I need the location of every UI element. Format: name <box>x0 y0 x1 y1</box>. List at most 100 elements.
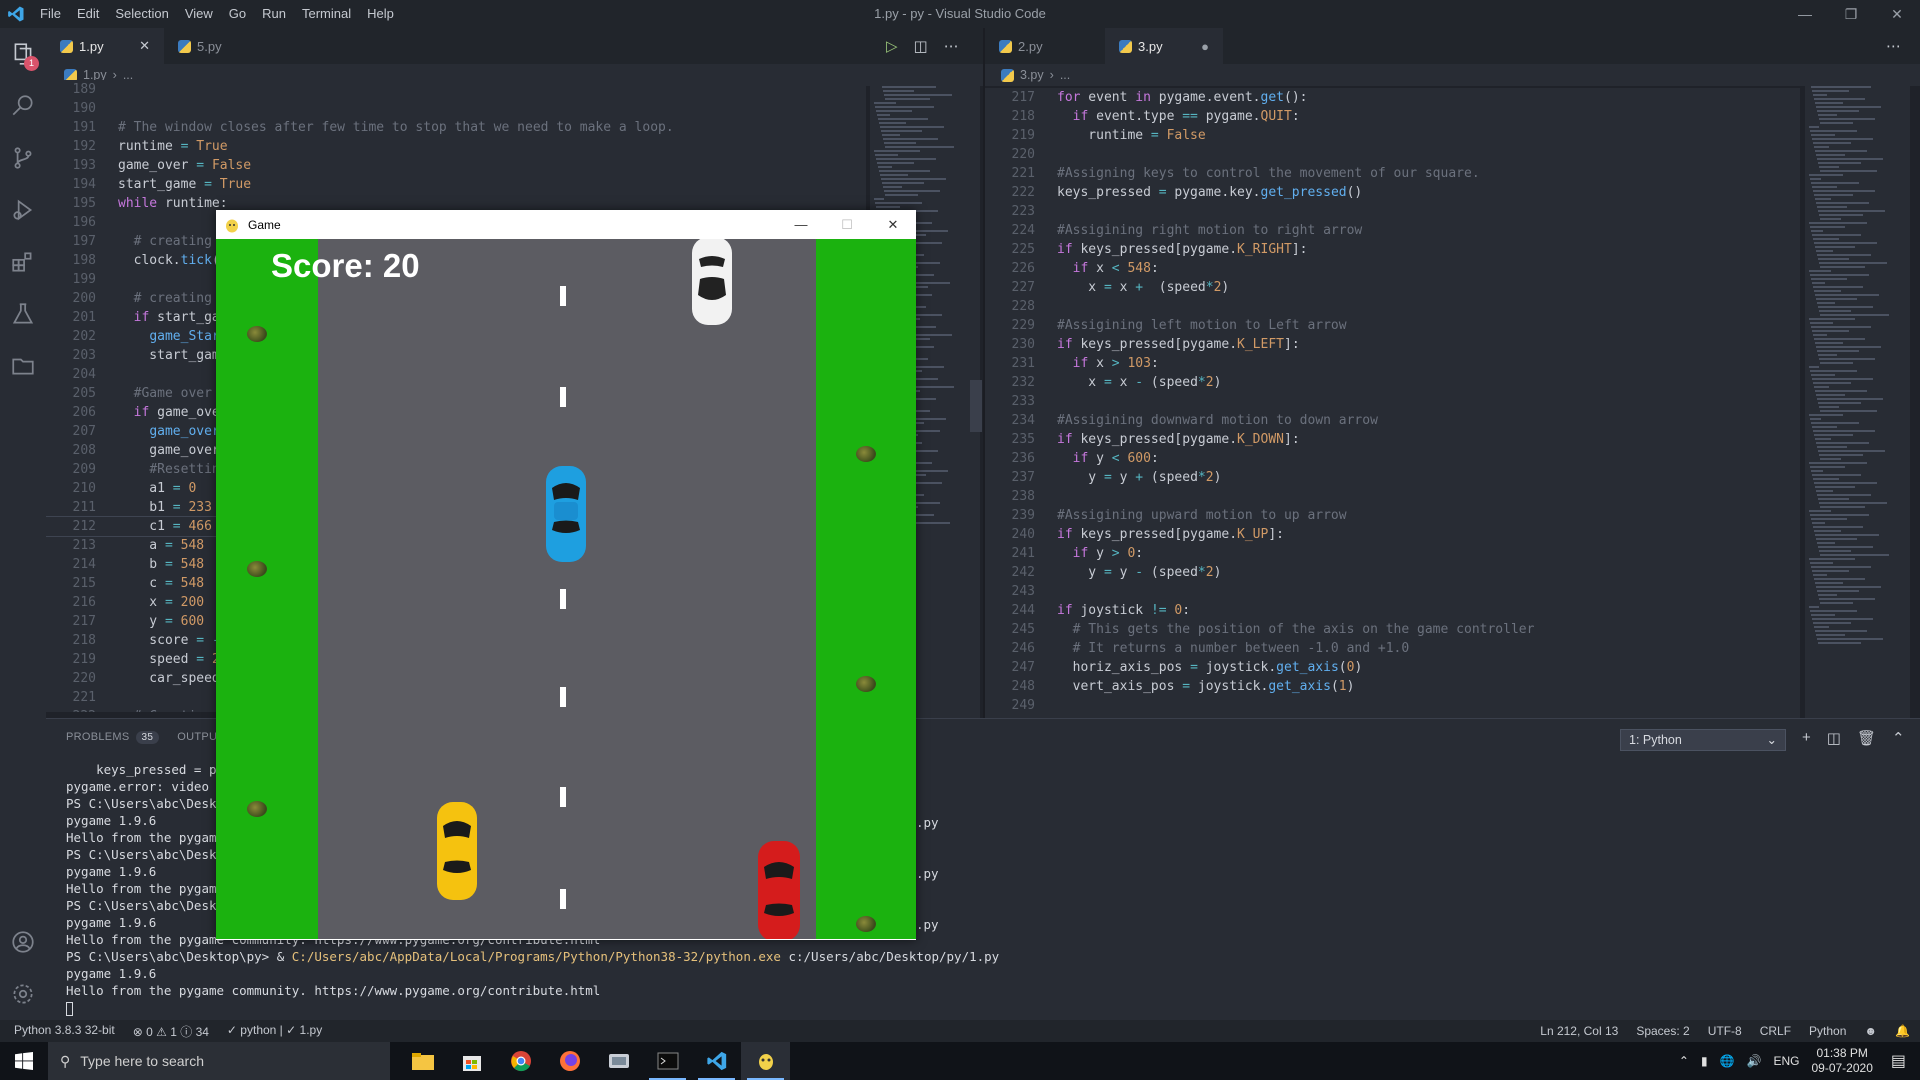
code-line[interactable]: 223 <box>985 202 1800 221</box>
search-icon[interactable] <box>0 80 46 132</box>
file-explorer-icon[interactable] <box>398 1042 447 1080</box>
code-line[interactable]: 239 #Assigining upward motion to up arrow <box>985 506 1800 525</box>
code-line[interactable]: 189 <box>46 80 866 99</box>
menu-selection[interactable]: Selection <box>107 0 176 28</box>
code-line[interactable]: 240 if keys_pressed[pygame.K_UP]: <box>985 525 1800 544</box>
chevron-up-icon[interactable]: ⌃ <box>1679 1054 1689 1068</box>
account-icon[interactable] <box>0 916 46 968</box>
code-line[interactable]: 225 if keys_pressed[pygame.K_RIGHT]: <box>985 240 1800 259</box>
game-maximize-button[interactable]: ☐ <box>824 210 870 239</box>
new-terminal-icon[interactable]: + <box>1802 729 1811 747</box>
code-line[interactable]: 230 if keys_pressed[pygame.K_LEFT]: <box>985 335 1800 354</box>
code-line[interactable]: 243 <box>985 582 1800 601</box>
code-line[interactable]: 224 #Assigining right motion to right arr… <box>985 221 1800 240</box>
menu-view[interactable]: View <box>177 0 221 28</box>
code-line[interactable]: 241 if y > 0: <box>985 544 1800 563</box>
code-line[interactable]: 192 runtime = True <box>46 137 866 156</box>
code-line[interactable]: 234 #Assigining downward motion to down a… <box>985 411 1800 430</box>
close-button[interactable]: ✕ <box>1874 0 1920 28</box>
right-minimap[interactable] <box>1805 86 1910 718</box>
code-line[interactable]: 218 if event.type == pygame.QUIT: <box>985 107 1800 126</box>
menu-run[interactable]: Run <box>254 0 294 28</box>
code-line[interactable]: 233 <box>985 392 1800 411</box>
maximize-panel-icon[interactable]: ⌃ <box>1892 729 1905 747</box>
code-line[interactable]: 248 vert_axis_pos = joystick.get_axis(1) <box>985 677 1800 696</box>
firefox-icon[interactable] <box>545 1042 594 1080</box>
code-line[interactable]: 222 keys_pressed = pygame.key.get_pressed… <box>985 183 1800 202</box>
status-position[interactable]: Ln 212, Col 13 <box>1540 1024 1618 1038</box>
breadcrumb-file[interactable]: 3.py <box>1020 68 1044 82</box>
tab-2-py[interactable]: 2.py <box>985 28 1105 64</box>
game-canvas[interactable]: Score: 20 <box>216 239 916 939</box>
code-line[interactable]: 190 <box>46 99 866 118</box>
pygame-window-taskbar-icon[interactable] <box>741 1042 790 1080</box>
game-close-button[interactable]: ✕ <box>870 210 916 239</box>
trash-icon[interactable]: 🗑 <box>1857 729 1876 747</box>
code-line[interactable]: 236 if y < 600: <box>985 449 1800 468</box>
volume-icon[interactable]: 🔊 <box>1747 1054 1762 1068</box>
menu-terminal[interactable]: Terminal <box>294 0 359 28</box>
status-spaces[interactable]: Spaces: 2 <box>1636 1024 1689 1038</box>
code-line[interactable]: 229 #Assigining left motion to Left arrow <box>985 316 1800 335</box>
code-line[interactable]: 245 # This gets the position of the axis… <box>985 620 1800 639</box>
code-line[interactable]: 237 y = y + (speed*2) <box>985 468 1800 487</box>
code-line[interactable]: 232 x = x - (speed*2) <box>985 373 1800 392</box>
tab-3-py[interactable]: 3.py ● <box>1105 28 1223 64</box>
code-line[interactable]: 191 # The window closes after few time to… <box>46 118 866 137</box>
notifications-bell-icon[interactable]: 🔔 <box>1895 1024 1910 1038</box>
split-editor-icon[interactable]: ◫ <box>914 37 928 55</box>
code-line[interactable]: 193 game_over = False <box>46 156 866 175</box>
code-line[interactable]: 249 <box>985 696 1800 715</box>
minimize-button[interactable]: — <box>1782 0 1828 28</box>
status-language[interactable]: Python <box>1809 1024 1846 1038</box>
status-python-check[interactable]: ✓ python | ✓ 1.py <box>227 1023 322 1040</box>
tab-1-py[interactable]: 1.py ✕ <box>46 28 164 64</box>
status-problems[interactable]: ⊗ 0 ⚠ 1 ⓘ 34 <box>133 1023 209 1040</box>
tab-5-py[interactable]: 5.py <box>164 28 284 64</box>
tab-close-icon[interactable]: ✕ <box>139 38 150 54</box>
terminal-select[interactable]: 1: Python ⌄ <box>1620 729 1786 751</box>
folder-icon[interactable] <box>0 340 46 392</box>
taskbar-search-box[interactable]: ⚲ Type here to search <box>48 1042 390 1080</box>
run-debug-icon[interactable] <box>0 184 46 236</box>
code-line[interactable]: 247 horiz_axis_pos = joystick.get_axis(0… <box>985 658 1800 677</box>
code-line[interactable]: 219 runtime = False <box>985 126 1800 145</box>
terminal-app-icon[interactable] <box>643 1042 692 1080</box>
code-line[interactable]: 226 if x < 548: <box>985 259 1800 278</box>
unsaved-dot-icon[interactable]: ● <box>1201 39 1209 54</box>
code-line[interactable]: 244 if joystick != 0: <box>985 601 1800 620</box>
battery-icon[interactable]: ▮ <box>1701 1054 1708 1068</box>
status-interpreter[interactable]: Python 3.8.3 32-bit <box>14 1023 115 1040</box>
more-actions-icon[interactable]: ⋯ <box>944 37 959 55</box>
code-line[interactable]: 194 start_game = True <box>46 175 866 194</box>
code-line[interactable]: 238 <box>985 487 1800 506</box>
menu-go[interactable]: Go <box>221 0 254 28</box>
code-line[interactable]: 220 <box>985 145 1800 164</box>
code-line[interactable]: 242 y = y - (speed*2) <box>985 563 1800 582</box>
extensions-icon[interactable] <box>0 236 46 288</box>
game-minimize-button[interactable]: — <box>778 210 824 239</box>
settings-gear-icon[interactable] <box>0 968 46 1020</box>
chrome-icon[interactable] <box>496 1042 545 1080</box>
menu-file[interactable]: File <box>32 0 69 28</box>
action-center-icon[interactable]: ▤ <box>1891 1051 1906 1071</box>
code-line[interactable]: 246 # It returns a number between -1.0 a… <box>985 639 1800 658</box>
right-code-editor[interactable]: 217 for event in pygame.event.get(): 218 i… <box>985 88 1800 720</box>
menu-edit[interactable]: Edit <box>69 0 107 28</box>
breadcrumb-symbol[interactable]: ... <box>1060 68 1070 82</box>
split-terminal-icon[interactable]: ◫ <box>1827 729 1841 747</box>
testing-flask-icon[interactable] <box>0 288 46 340</box>
clock[interactable]: 01:38 PM 09-07-2020 <box>1811 1046 1872 1076</box>
source-control-icon[interactable] <box>0 132 46 184</box>
run-file-icon[interactable]: ▷ <box>886 37 898 55</box>
code-line[interactable]: 235 if keys_pressed[pygame.K_DOWN]: <box>985 430 1800 449</box>
windows-start-icon[interactable] <box>0 1042 48 1080</box>
explorer-icon[interactable]: 1 <box>0 28 46 80</box>
menu-help[interactable]: Help <box>359 0 402 28</box>
status-eol[interactable]: CRLF <box>1760 1024 1791 1038</box>
code-line[interactable]: 217 for event in pygame.event.get(): <box>985 88 1800 107</box>
network-icon[interactable]: 🌐 <box>1720 1054 1735 1068</box>
code-line[interactable]: 228 <box>985 297 1800 316</box>
code-line[interactable]: 221 #Assigning keys to control the moveme… <box>985 164 1800 183</box>
game-window[interactable]: Game — ☐ ✕ Score: 20 <box>216 210 916 940</box>
